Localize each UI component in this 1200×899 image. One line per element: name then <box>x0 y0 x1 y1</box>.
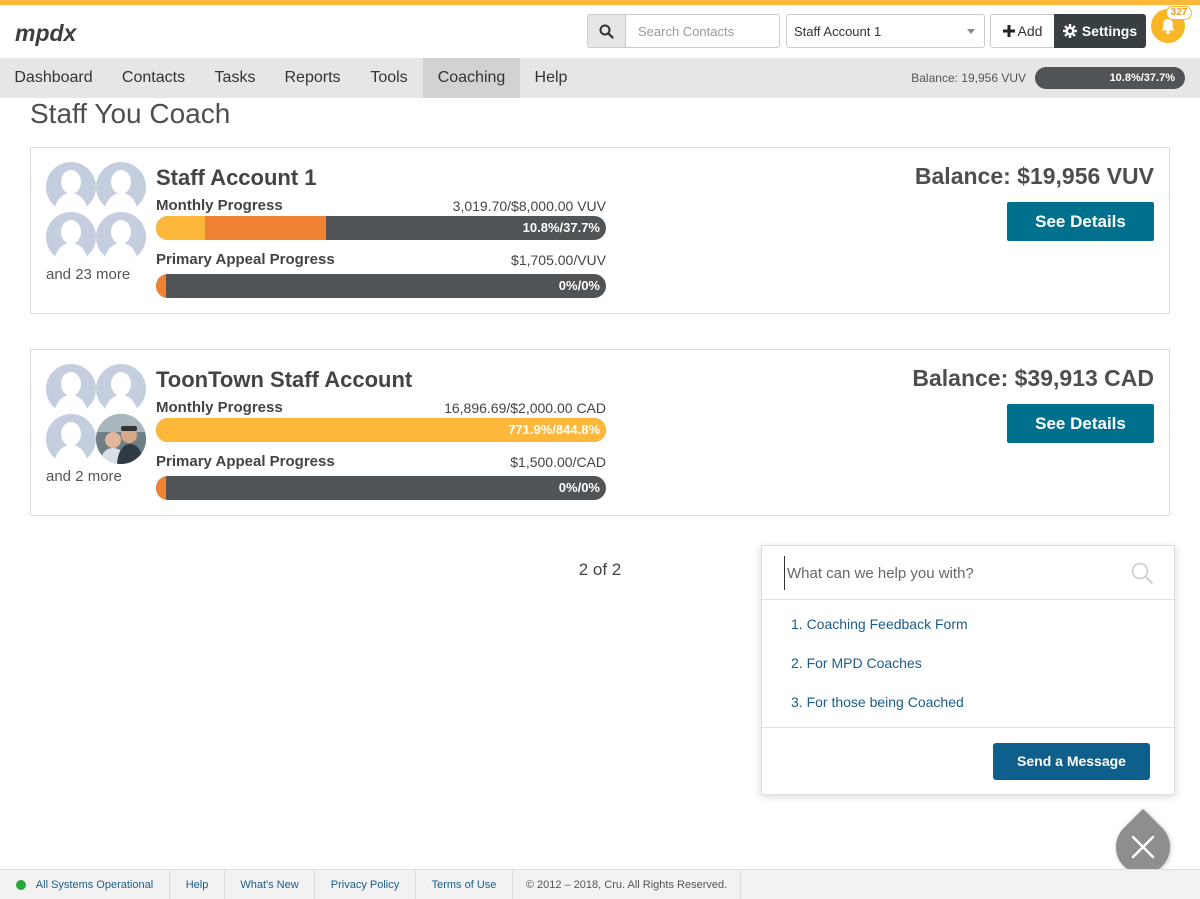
notification-count-badge: 327 <box>1166 6 1192 20</box>
avatar-placeholder <box>46 162 96 212</box>
chevron-down-icon <box>967 29 975 34</box>
nav-dashboard[interactable]: Dashboard <box>0 58 107 98</box>
monthly-progress-label: Monthly Progress <box>156 399 283 416</box>
coachee-card: and 2 more ToonTown Staff Account Monthl… <box>30 349 1170 516</box>
nav-tools[interactable]: Tools <box>355 58 423 98</box>
close-icon[interactable] <box>1130 834 1156 860</box>
footer: All Systems Operational Help What's New … <box>0 869 1200 899</box>
pagination-status: 2 of 2 <box>578 560 622 579</box>
plus-icon <box>1002 25 1015 37</box>
monthly-progress-amount: 3,019.70/$8,000.00 VUV <box>452 198 606 214</box>
account-balance: Balance: $39,913 CAD <box>912 365 1154 391</box>
nav-tasks[interactable]: Tasks <box>200 58 270 98</box>
footer-copyright: © 2012 – 2018, Cru. All Rights Reserved. <box>513 870 741 899</box>
svg-text:mpdx: mpdx <box>15 20 78 46</box>
help-link-coaching-feedback[interactable]: 1. Coaching Feedback Form <box>791 616 968 632</box>
nav-progress-label: 10.8%/37.7% <box>1109 72 1175 84</box>
avatar-placeholder <box>96 212 146 262</box>
avatar-placeholder <box>96 162 146 212</box>
account-selector[interactable]: Staff Account 1 <box>786 14 985 48</box>
avatar-placeholder <box>46 212 96 262</box>
avatar-placeholder <box>46 414 96 464</box>
divider <box>762 727 1174 728</box>
appeal-progress-amount: $1,705.00/VUV <box>511 252 606 268</box>
account-balance: Balance: $19,956 VUV <box>914 163 1154 189</box>
app-header: mpdx Staff Account 1 Add Set <box>0 5 1200 58</box>
search-icon <box>599 24 614 39</box>
footer-terms-link[interactable]: Terms of Use <box>416 870 513 899</box>
nav-help[interactable]: Help <box>520 58 582 98</box>
see-details-button[interactable]: See Details <box>1007 404 1154 443</box>
appeal-progress-percent: 0%/0% <box>558 480 600 495</box>
footer-privacy-link[interactable]: Privacy Policy <box>315 870 416 899</box>
appeal-progress-bar: 0%/0% <box>156 274 606 298</box>
help-widget: 1. Coaching Feedback Form 2. For MPD Coa… <box>761 545 1175 795</box>
help-link-being-coached[interactable]: 3. For those being Coached <box>791 694 964 710</box>
nav-balance: Balance: 19,956 VUV <box>911 71 1026 85</box>
progress-pledged <box>156 274 166 298</box>
avatar-placeholder <box>46 364 96 414</box>
footer-whats-new-link[interactable]: What's New <box>225 870 315 899</box>
monthly-progress-bar: 10.8%/37.7% <box>156 216 606 240</box>
help-search-input[interactable] <box>784 556 1124 590</box>
help-search-bar <box>762 546 1174 600</box>
settings-button[interactable]: Settings <box>1054 14 1146 48</box>
monthly-progress-label: Monthly Progress <box>156 197 283 214</box>
bell-icon <box>1161 18 1175 34</box>
gear-icon <box>1062 24 1077 38</box>
add-button-label: Add <box>1017 23 1043 39</box>
more-avatars-text: and 2 more <box>46 468 122 485</box>
help-link-mpd-coaches[interactable]: 2. For MPD Coaches <box>791 655 922 671</box>
search-button[interactable] <box>587 14 626 48</box>
send-message-button[interactable]: Send a Message <box>993 743 1150 780</box>
avatar-placeholder <box>96 364 146 414</box>
progress-pledged <box>156 476 166 500</box>
search-icon[interactable] <box>1131 562 1153 584</box>
progress-pledged <box>204 216 326 240</box>
more-avatars-text: and 23 more <box>46 266 131 283</box>
progress-received <box>156 216 205 240</box>
footer-help-link[interactable]: Help <box>170 870 225 899</box>
main-nav: Dashboard Contacts Tasks Reports Tools C… <box>0 58 1200 98</box>
appeal-progress-bar: 0%/0% <box>156 476 606 500</box>
coachee-card: and 23 more Staff Account 1 Monthly Prog… <box>30 147 1170 314</box>
nav-reports[interactable]: Reports <box>270 58 355 98</box>
monthly-progress-bar: 771.9%/844.8% <box>156 418 606 442</box>
settings-button-label: Settings <box>1081 23 1138 39</box>
monthly-progress-percent: 771.9%/844.8% <box>508 422 600 437</box>
page-title: Staff You Coach <box>30 98 231 129</box>
appeal-progress-label: Primary Appeal Progress <box>156 453 335 470</box>
monthly-progress-percent: 10.8%/37.7% <box>522 220 600 235</box>
monthly-progress-amount: 16,896.69/$2,000.00 CAD <box>444 400 606 416</box>
appeal-progress-amount: $1,500.00/CAD <box>510 454 606 470</box>
footer-status-link[interactable]: All Systems Operational <box>0 870 170 899</box>
add-button[interactable]: Add <box>990 14 1055 48</box>
appeal-progress-percent: 0%/0% <box>558 278 600 293</box>
mpdx-logo[interactable]: mpdx <box>14 17 100 49</box>
account-selector-value: Staff Account 1 <box>794 23 882 39</box>
account-name: Staff Account 1 <box>156 165 317 190</box>
nav-progress-bar: 10.8%/37.7% <box>1035 67 1185 89</box>
search-contacts-input[interactable] <box>625 14 780 48</box>
nav-coaching[interactable]: Coaching <box>423 58 520 98</box>
nav-contacts[interactable]: Contacts <box>107 58 200 98</box>
account-name: ToonTown Staff Account <box>156 367 413 392</box>
avatar-photo <box>96 414 146 464</box>
appeal-progress-label: Primary Appeal Progress <box>156 251 335 268</box>
see-details-button[interactable]: See Details <box>1007 202 1154 241</box>
